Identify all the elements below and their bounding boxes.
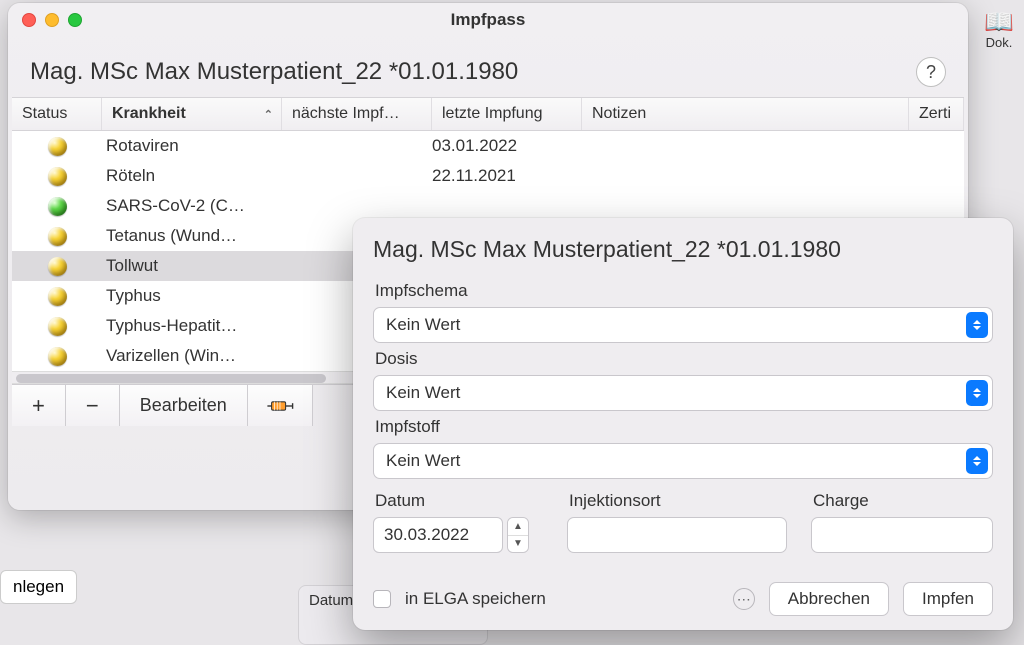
help-label: ? (926, 62, 936, 83)
status-orb-icon (48, 197, 67, 216)
window-title: Impfpass (8, 10, 968, 30)
cell-krankheit: Typhus (102, 286, 282, 306)
titlebar: Impfpass (8, 3, 968, 37)
stepper-up-icon[interactable]: ▲ (508, 518, 528, 536)
scrollbar-thumb[interactable] (16, 374, 326, 383)
col-last-impfung[interactable]: letzte Impfung (432, 98, 582, 130)
cell-krankheit: Tollwut (102, 256, 282, 276)
status-orb-icon (48, 257, 67, 276)
col-notizen[interactable]: Notizen (582, 98, 909, 130)
cell-krankheit: Tetanus (Wund… (102, 226, 282, 246)
more-options-icon[interactable]: ⋯ (733, 588, 755, 610)
edit-button[interactable]: Bearbeiten (120, 385, 248, 426)
status-orb-icon (48, 287, 67, 306)
patient-title: Mag. MSc Max Musterpatient_22 *01.01.198… (30, 58, 904, 86)
sort-asc-icon: ⌃ (264, 108, 273, 121)
datum-label: Datum (375, 491, 543, 511)
syringe-icon (266, 396, 294, 416)
cell-last: 22.11.2021 (432, 166, 582, 186)
impfen-button[interactable]: Impfen (903, 582, 993, 616)
cell-last: 03.01.2022 (432, 136, 582, 156)
cell-krankheit: Röteln (102, 166, 282, 186)
dosis-label: Dosis (375, 349, 993, 369)
charge-field[interactable] (811, 517, 993, 553)
col-status[interactable]: Status (12, 98, 102, 130)
status-orb-icon (48, 317, 67, 336)
datum-stepper[interactable]: ▲ ▼ (507, 517, 529, 553)
table-row[interactable]: SARS-CoV-2 (C… (12, 191, 964, 221)
bg-dok-panel: 📖 Dok. (974, 0, 1024, 60)
bg-datum-label: Datum (309, 592, 353, 609)
chevron-updown-icon (966, 312, 988, 338)
bg-dok-label: Dok. (986, 35, 1013, 50)
impfstoff-value: Kein Wert (386, 451, 460, 471)
schema-value: Kein Wert (386, 315, 460, 335)
charge-label: Charge (813, 491, 993, 511)
status-orb-icon (48, 137, 67, 156)
remove-button[interactable]: − (66, 385, 120, 426)
stepper-down-icon[interactable]: ▼ (508, 536, 528, 553)
impfstoff-label: Impfstoff (375, 417, 993, 437)
bg-nlegen-label: nlegen (13, 577, 64, 596)
elga-checkbox[interactable] (373, 590, 391, 608)
datum-value: 30.03.2022 (384, 525, 469, 545)
table-row[interactable]: Rotaviren 03.01.2022 (12, 131, 964, 161)
bg-nlegen-button[interactable]: nlegen (0, 570, 77, 604)
col-krankheit[interactable]: Krankheit⌃ (102, 98, 282, 130)
dosis-value: Kein Wert (386, 383, 460, 403)
help-button[interactable]: ? (916, 57, 946, 87)
cell-krankheit: Rotaviren (102, 136, 282, 156)
col-next-impfung[interactable]: nächste Impf… (282, 98, 432, 130)
schema-label: Impfschema (375, 281, 993, 301)
col-zertifikat[interactable]: Zerti (909, 98, 964, 130)
status-orb-icon (48, 227, 67, 246)
add-button[interactable]: + (12, 385, 66, 426)
dosis-select[interactable]: Kein Wert (373, 375, 993, 411)
cell-krankheit: Varizellen (Win… (102, 346, 282, 366)
injektionsort-label: Injektionsort (569, 491, 787, 511)
cancel-button[interactable]: Abbrechen (769, 582, 889, 616)
injektionsort-field[interactable] (567, 517, 787, 553)
table-header: Status Krankheit⌃ nächste Impf… letzte I… (12, 97, 964, 131)
sheet-title: Mag. MSc Max Musterpatient_22 *01.01.198… (373, 236, 993, 263)
cell-krankheit: Typhus-Hepatit… (102, 316, 282, 336)
chevron-updown-icon (966, 380, 988, 406)
schema-select[interactable]: Kein Wert (373, 307, 993, 343)
datum-field[interactable]: 30.03.2022 (373, 517, 503, 553)
book-icon: 📖 (984, 11, 1014, 35)
elga-label: in ELGA speichern (405, 589, 546, 609)
impfstoff-select[interactable]: Kein Wert (373, 443, 993, 479)
vaccination-sheet: Mag. MSc Max Musterpatient_22 *01.01.198… (353, 218, 1013, 630)
status-orb-icon (48, 167, 67, 186)
inject-button[interactable] (248, 385, 313, 426)
chevron-updown-icon (966, 448, 988, 474)
table-row[interactable]: Röteln 22.11.2021 (12, 161, 964, 191)
status-orb-icon (48, 347, 67, 366)
cell-krankheit: SARS-CoV-2 (C… (102, 196, 282, 216)
